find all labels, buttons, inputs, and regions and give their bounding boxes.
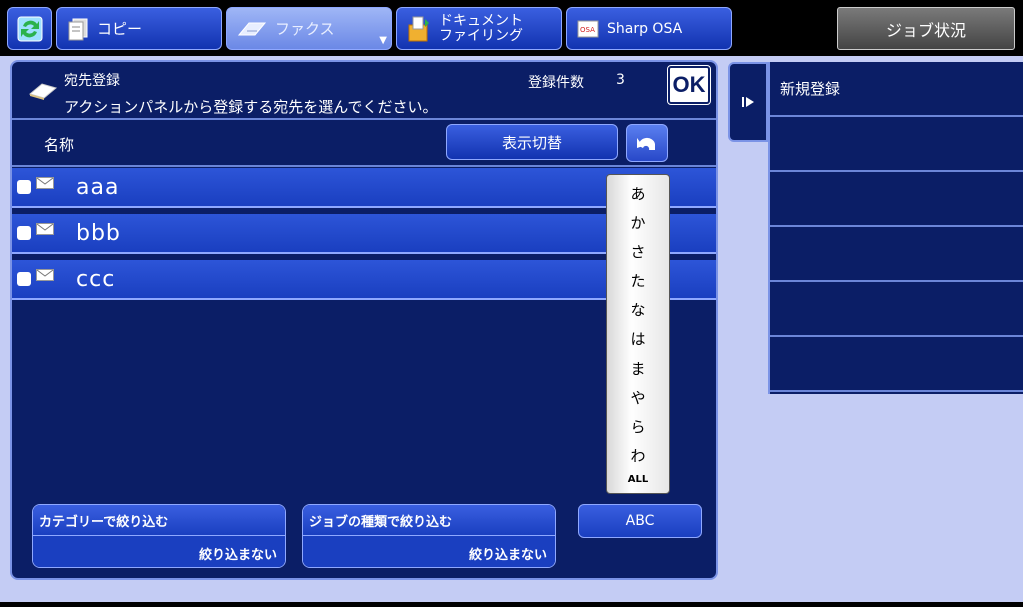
address-register-panel: 宛先登録 アクションパネルから登録する宛先を選んでください。 登録件数 3 OK… [10, 60, 718, 580]
mail-icon [36, 174, 54, 193]
tab-document-filing-line1: ドキュメント [439, 12, 523, 29]
action-slot-4 [770, 227, 1023, 282]
action-slot-2 [770, 117, 1023, 172]
ok-button[interactable]: OK [667, 65, 711, 105]
list-item-name: ccc [76, 266, 116, 292]
chevron-down-icon: ▼ [379, 35, 387, 46]
svg-text:OSA: OSA [580, 26, 595, 34]
tab-copy[interactable]: コピー [56, 7, 222, 50]
instruction-text: アクションパネルから登録する宛先を選んでください。 [64, 98, 438, 116]
row-checkbox[interactable] [17, 272, 31, 286]
kana-index-all[interactable]: ALL [628, 474, 648, 485]
registered-count-value: 3 [616, 72, 625, 88]
osa-icon: OSA [577, 20, 599, 38]
registered-count-label: 登録件数 [528, 75, 584, 91]
jobtype-filter-button[interactable]: ジョブの種類で絞り込む 絞り込まない [302, 504, 556, 568]
tab-sharp-osa[interactable]: OSA Sharp OSA [566, 7, 732, 50]
kana-index-a[interactable]: あ [630, 183, 645, 204]
back-button[interactable] [626, 124, 668, 162]
mail-icon [36, 266, 54, 285]
action-slot-3 [770, 172, 1023, 227]
tab-document-filing-line2: ファイリング [439, 27, 523, 44]
home-button[interactable] [7, 7, 52, 50]
document-filing-icon [407, 15, 431, 43]
abc-index-button[interactable]: ABC [578, 504, 702, 538]
kana-index-ta[interactable]: た [630, 270, 645, 291]
copy-icon [67, 17, 89, 41]
job-status-button[interactable]: ジョブ状況 [837, 7, 1015, 50]
category-filter-button[interactable]: カテゴリーで絞り込む 絞り込まない [32, 504, 286, 568]
kana-index-sa[interactable]: さ [630, 241, 645, 262]
page-title: 宛先登録 [64, 73, 120, 89]
address-book-icon [28, 80, 58, 104]
fax-icon [237, 19, 267, 39]
tab-copy-label: コピー [97, 20, 143, 38]
tab-document-filing-text: ドキュメント ファイリング [439, 12, 523, 44]
row-checkbox[interactable] [17, 180, 31, 194]
kana-index-ha[interactable]: は [630, 328, 645, 349]
kana-index-na[interactable]: な [630, 299, 645, 320]
jobtype-filter-value: 絞り込まない [303, 536, 555, 567]
column-header-name: 名称 [44, 136, 75, 154]
action-panel: 新規登録 [768, 62, 1023, 394]
action-panel-toggle[interactable] [728, 62, 768, 142]
action-slot-6 [770, 337, 1023, 392]
list-top-divider [12, 165, 716, 167]
home-refresh-icon [17, 16, 42, 41]
action-new-register[interactable]: 新規登録 [770, 62, 1023, 117]
bottom-edge [0, 602, 1023, 607]
list-item-name: aaa [76, 174, 120, 200]
kana-index-wa[interactable]: わ [630, 445, 645, 466]
kana-index-ma[interactable]: ま [630, 358, 645, 379]
kana-index-ya[interactable]: や [630, 387, 645, 408]
undo-icon [637, 137, 655, 150]
header-divider [12, 118, 716, 120]
category-filter-value: 絞り込まない [33, 536, 285, 567]
kana-index-bar[interactable]: あ か さ た な は ま や ら わ ALL [606, 174, 670, 494]
row-checkbox[interactable] [17, 226, 31, 240]
tab-fax-label: ファクス [275, 20, 335, 38]
category-filter-title: カテゴリーで絞り込む [33, 505, 285, 536]
list-item-name: bbb [76, 220, 121, 246]
kana-index-ra[interactable]: ら [630, 416, 645, 437]
tab-document-filing[interactable]: ドキュメント ファイリング [396, 7, 562, 50]
mail-icon [36, 220, 54, 239]
action-slot-5 [770, 282, 1023, 337]
kana-index-ka[interactable]: か [630, 212, 645, 233]
jobtype-filter-title: ジョブの種類で絞り込む [303, 505, 555, 536]
top-tab-bar: コピー ファクス ▼ ドキュメント ファイリング OSA Sharp OSA ジ… [0, 0, 1023, 56]
display-switch-button[interactable]: 表示切替 [446, 124, 618, 160]
play-arrow-icon [742, 97, 754, 107]
tab-sharp-osa-label: Sharp OSA [607, 20, 683, 37]
tab-fax[interactable]: ファクス ▼ [226, 7, 392, 50]
